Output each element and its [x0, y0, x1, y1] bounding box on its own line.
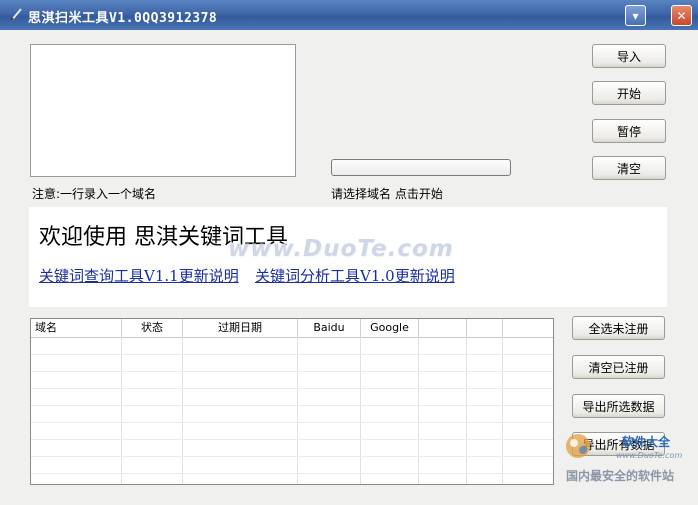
grid-row-line — [31, 473, 553, 474]
grid-column-line — [418, 337, 419, 484]
column-header-domain[interactable]: 域名 — [31, 319, 122, 337]
clear-button[interactable]: 清空 — [592, 156, 666, 180]
column-header-expiry[interactable]: 过期日期 — [183, 319, 298, 337]
export-selected-button[interactable]: 导出所选数据 — [572, 394, 665, 418]
close-button[interactable]: ✕ — [671, 5, 692, 26]
column-header-google[interactable]: Google — [361, 319, 419, 337]
column-header-extra-2[interactable] — [467, 319, 503, 337]
duote-corner-line3: 国内最安全的软件站 — [566, 468, 674, 483]
title-bar[interactable]: 思淇扫米工具V1.0QQ3912378 ▾ ✕ — [0, 0, 698, 30]
minimize-button[interactable]: ▾ — [625, 5, 646, 26]
domain-hint-label: 注意:一行录入一个域名 — [32, 187, 157, 201]
duote-logo-icon — [566, 434, 590, 458]
pause-button[interactable]: 暂停 — [592, 119, 666, 143]
grid-row-line — [31, 405, 553, 406]
import-button[interactable]: 导入 — [592, 44, 666, 68]
domain-input-textarea[interactable] — [30, 44, 296, 177]
query-tool-update-link[interactable]: 关键词查询工具V1.1更新说明 — [39, 265, 239, 286]
grid-row-line — [31, 439, 553, 440]
column-header-status[interactable]: 状态 — [122, 319, 183, 337]
grid-column-line — [360, 337, 361, 484]
analysis-tool-update-link[interactable]: 关键词分析工具V1.0更新说明 — [255, 265, 455, 286]
grid-column-line — [121, 337, 122, 484]
grid-column-line — [297, 337, 298, 484]
domain-results-table[interactable]: 域名 状态 过期日期 Baidu Google — [30, 318, 554, 485]
close-icon: ✕ — [676, 8, 687, 23]
grid-row-line — [31, 388, 553, 389]
select-unregistered-button[interactable]: 全选未注册 — [572, 316, 665, 340]
chevron-down-icon: ▾ — [632, 8, 639, 23]
grid-row-line — [31, 354, 553, 355]
grid-column-line — [466, 337, 467, 484]
grid-row-line — [31, 422, 553, 423]
progress-bar — [331, 159, 511, 176]
grid-row-line — [31, 456, 553, 457]
app-pen-icon — [8, 7, 24, 23]
grid-column-line — [502, 337, 503, 484]
duote-corner-watermark: 软件大全 www.DuoTe.com 国内最安全的软件站 — [560, 426, 690, 486]
app-window: 思淇扫米工具V1.0QQ3912378 ▾ ✕ 注意:一行录入一个域名 请选择域… — [0, 0, 698, 505]
duote-corner-line1: 软件大全 — [622, 434, 671, 449]
table-header: 域名 状态 过期日期 Baidu Google — [31, 319, 553, 338]
duote-watermark: www.DuoTe.com — [228, 236, 454, 262]
start-button[interactable]: 开始 — [592, 81, 666, 105]
column-header-baidu[interactable]: Baidu — [298, 319, 361, 337]
column-header-extra-1[interactable] — [419, 319, 467, 337]
grid-row-line — [31, 371, 553, 372]
grid-column-line — [182, 337, 183, 484]
duote-corner-line2: www.DuoTe.com — [616, 451, 682, 460]
window-title: 思淇扫米工具V1.0QQ3912378 — [28, 11, 218, 26]
status-label: 请选择域名 点击开始 — [331, 187, 443, 201]
clear-registered-button[interactable]: 清空已注册 — [572, 355, 665, 379]
